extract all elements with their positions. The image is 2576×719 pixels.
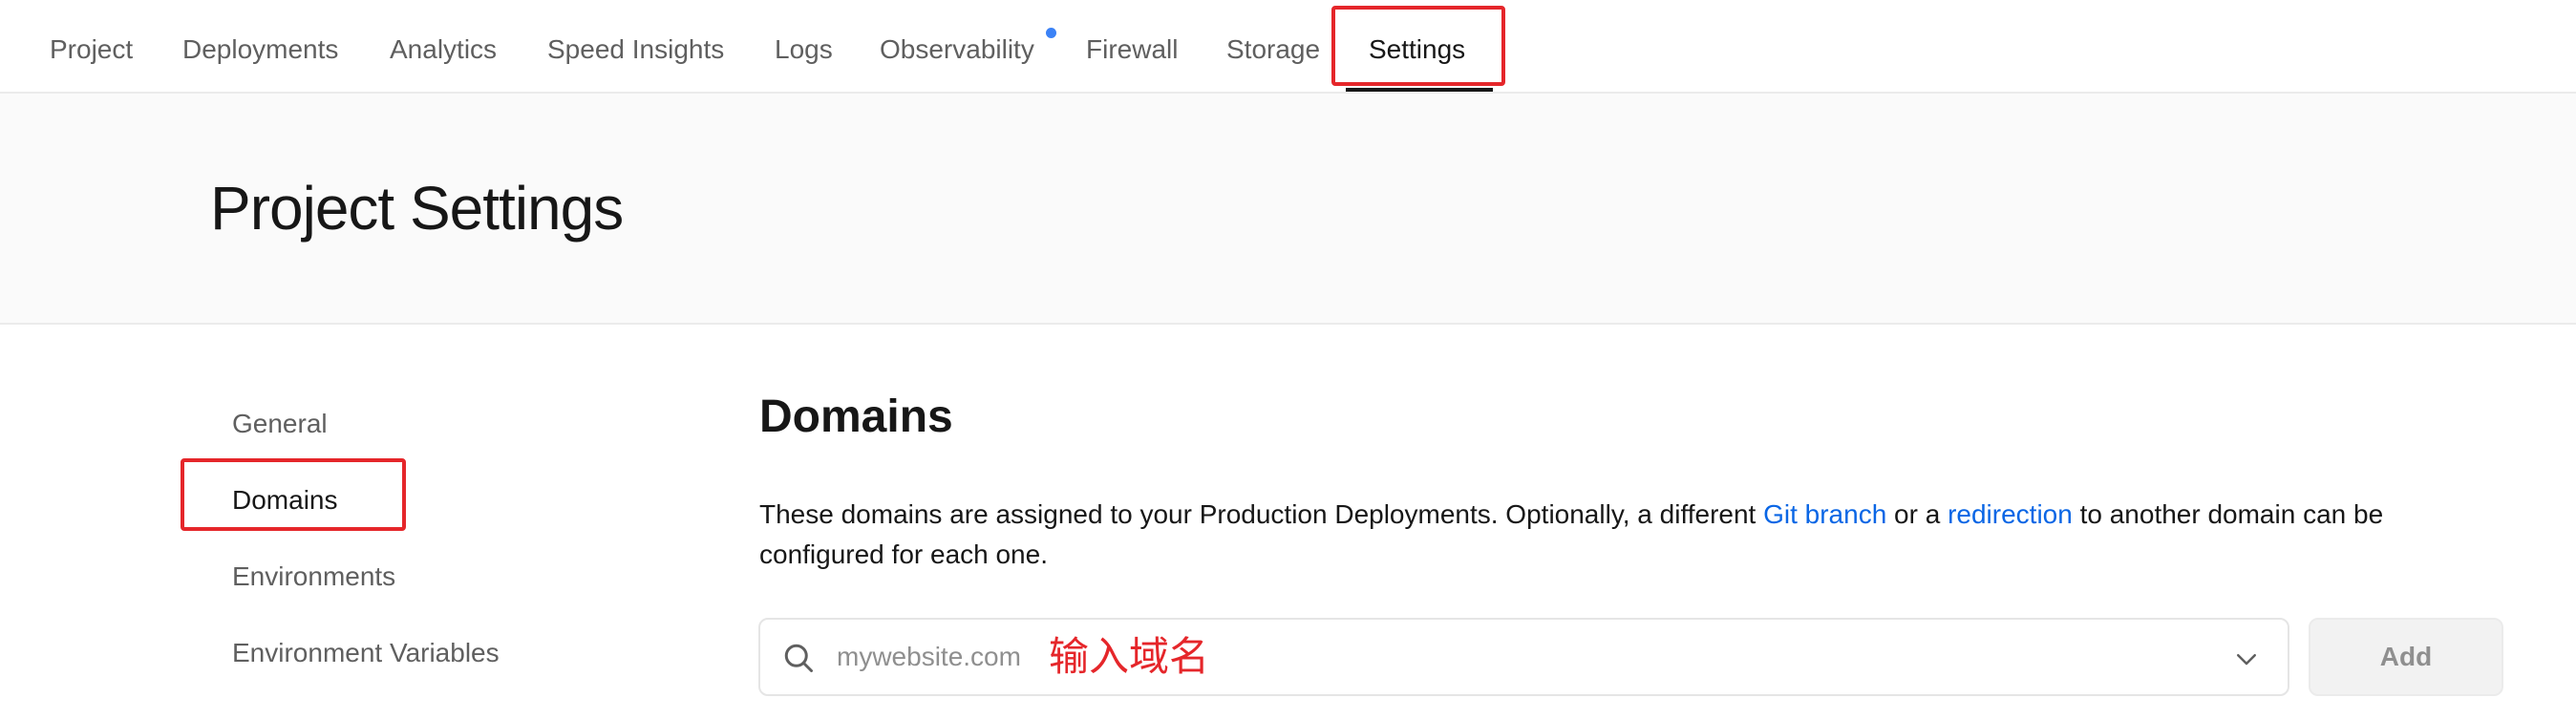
- chevron-down-icon[interactable]: [2232, 645, 2261, 673]
- domain-input-container[interactable]: 输入域名: [758, 618, 2289, 696]
- tab-speed-insights[interactable]: Speed Insights: [547, 32, 724, 67]
- page-title: Project Settings: [210, 174, 624, 243]
- tab-deployments[interactable]: Deployments: [182, 32, 338, 67]
- sidebar-item-general[interactable]: General: [232, 407, 328, 441]
- tab-settings[interactable]: Settings: [1369, 32, 1465, 67]
- domain-input[interactable]: [835, 633, 2172, 681]
- section-title: Domains: [759, 391, 953, 442]
- sidebar-item-domains[interactable]: Domains: [232, 483, 337, 518]
- domains-description: These domains are assigned to your Produ…: [759, 495, 2479, 575]
- active-tab-indicator: [1346, 88, 1493, 92]
- git-branch-link[interactable]: Git branch: [1763, 499, 1886, 529]
- tab-observability[interactable]: Observability: [880, 32, 1034, 67]
- search-icon: [784, 644, 813, 672]
- redirection-link[interactable]: redirection: [1948, 499, 2073, 529]
- add-domain-button[interactable]: Add: [2309, 618, 2503, 696]
- tab-firewall[interactable]: Firewall: [1086, 32, 1178, 67]
- tab-analytics[interactable]: Analytics: [390, 32, 497, 67]
- description-text-2: or a: [1886, 499, 1948, 529]
- tab-logs[interactable]: Logs: [775, 32, 833, 67]
- notification-dot: [1046, 28, 1056, 38]
- top-navigation: Project Deployments Analytics Speed Insi…: [0, 0, 2576, 94]
- input-annotation: 输入域名: [1049, 633, 1210, 680]
- description-text-1: These domains are assigned to your Produ…: [759, 499, 1764, 529]
- sidebar-item-environment-variables[interactable]: Environment Variables: [232, 636, 500, 670]
- tab-storage[interactable]: Storage: [1226, 32, 1320, 67]
- tab-project[interactable]: Project: [50, 32, 133, 67]
- sidebar-item-environments[interactable]: Environments: [232, 560, 395, 594]
